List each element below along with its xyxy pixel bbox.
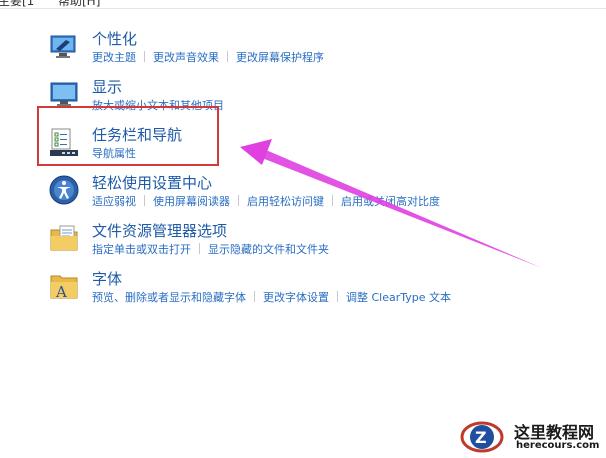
watermark-url: herecours.com	[516, 440, 600, 451]
annotation-arrow	[240, 139, 542, 268]
watermark-logo: Z 这里教程网 herecours.com	[458, 413, 606, 458]
logo-icon: Z	[460, 421, 504, 453]
svg-text:Z: Z	[475, 428, 487, 447]
